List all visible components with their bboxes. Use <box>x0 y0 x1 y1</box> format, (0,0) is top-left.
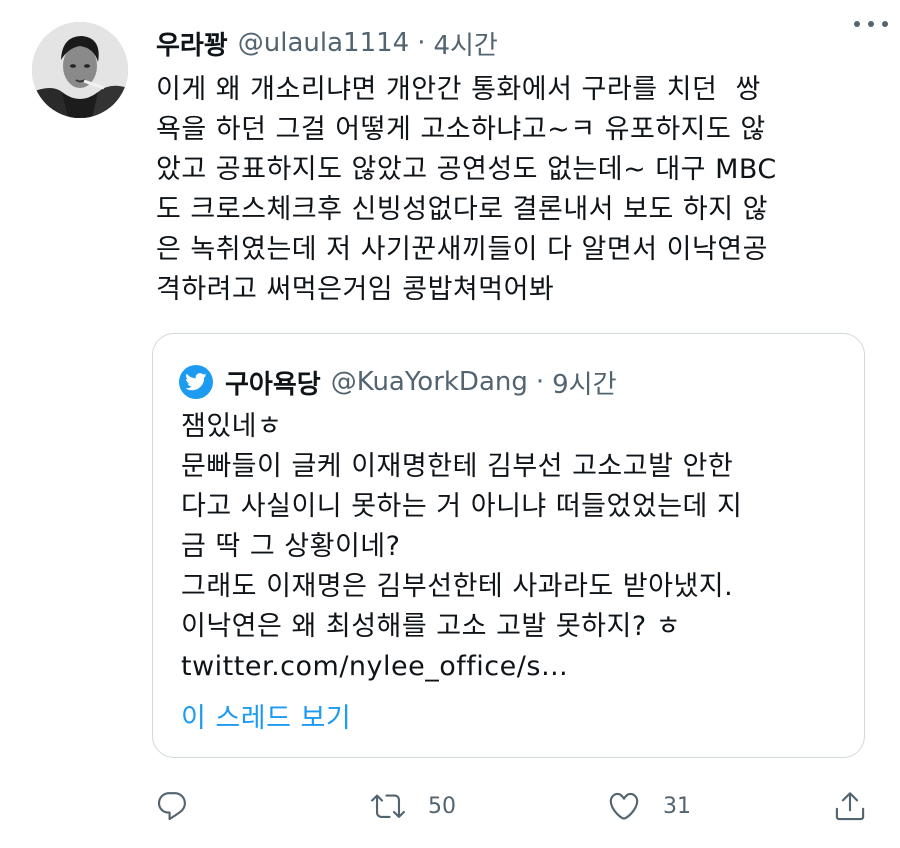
quoted-timestamp[interactable]: 9시간 <box>552 364 616 401</box>
timestamp[interactable]: 4시간 <box>433 25 497 62</box>
tweet: 우라꽝 @ulaula1114 · 4시간 이게 왜 개소리냐면 개안간 통화에… <box>0 0 900 848</box>
quoted-tweet-text: 잼있네ㅎ 문빠들이 글케 이재명한테 김부선 고소고발 안한 다고 사실이니 못… <box>181 407 841 687</box>
retweet-count: 50 <box>428 793 456 819</box>
like-count: 31 <box>663 793 691 819</box>
quoted-tweet-card[interactable]: 구아욕당 @KuaYorkDang · 9시간 잼있네ㅎ 문빠들이 글케 이재명… <box>152 333 865 758</box>
quoted-display-name[interactable]: 구아욕당 <box>225 364 321 401</box>
separator-dot: · <box>417 28 426 58</box>
twitter-bird-icon <box>179 365 213 399</box>
tweet-text: 이게 왜 개소리냐면 개안간 통화에서 구라를 치던 쌍 욕을 하던 그걸 어떻… <box>156 74 777 305</box>
tweet-content: 우라꽝 @ulaula1114 · 4시간 이게 왜 개소리냐면 개안간 통화에… <box>156 22 876 310</box>
tweet-actions: 50 31 <box>155 788 870 824</box>
show-thread-link[interactable]: 이 스레드 보기 <box>181 696 351 735</box>
display-name[interactable]: 우라꽝 <box>156 25 228 62</box>
quoted-tweet-link[interactable]: twitter.com/nylee_office/s… <box>181 647 841 687</box>
more-options-icon[interactable] <box>854 14 888 34</box>
retweet-icon <box>371 794 405 818</box>
retweet-button[interactable]: 50 <box>370 788 456 824</box>
share-button[interactable] <box>833 788 867 824</box>
heart-icon <box>609 792 639 820</box>
tweet-header: 우라꽝 @ulaula1114 · 4시간 <box>156 22 876 64</box>
reply-icon <box>157 792 186 821</box>
quoted-tweet-body: 잼있네ㅎ 문빠들이 글케 이재명한테 김부선 고소고발 안한 다고 사실이니 못… <box>181 411 743 642</box>
share-icon <box>835 792 865 821</box>
user-handle[interactable]: @ulaula1114 <box>238 28 409 58</box>
quoted-user-handle[interactable]: @KuaYorkDang <box>331 367 528 397</box>
reply-button[interactable] <box>155 788 189 824</box>
avatar-photo <box>32 22 128 118</box>
like-button[interactable]: 31 <box>607 788 691 824</box>
avatar[interactable] <box>32 22 128 118</box>
separator-dot: · <box>535 367 545 397</box>
quoted-tweet-header: 구아욕당 @KuaYorkDang · 9시간 <box>179 364 617 400</box>
